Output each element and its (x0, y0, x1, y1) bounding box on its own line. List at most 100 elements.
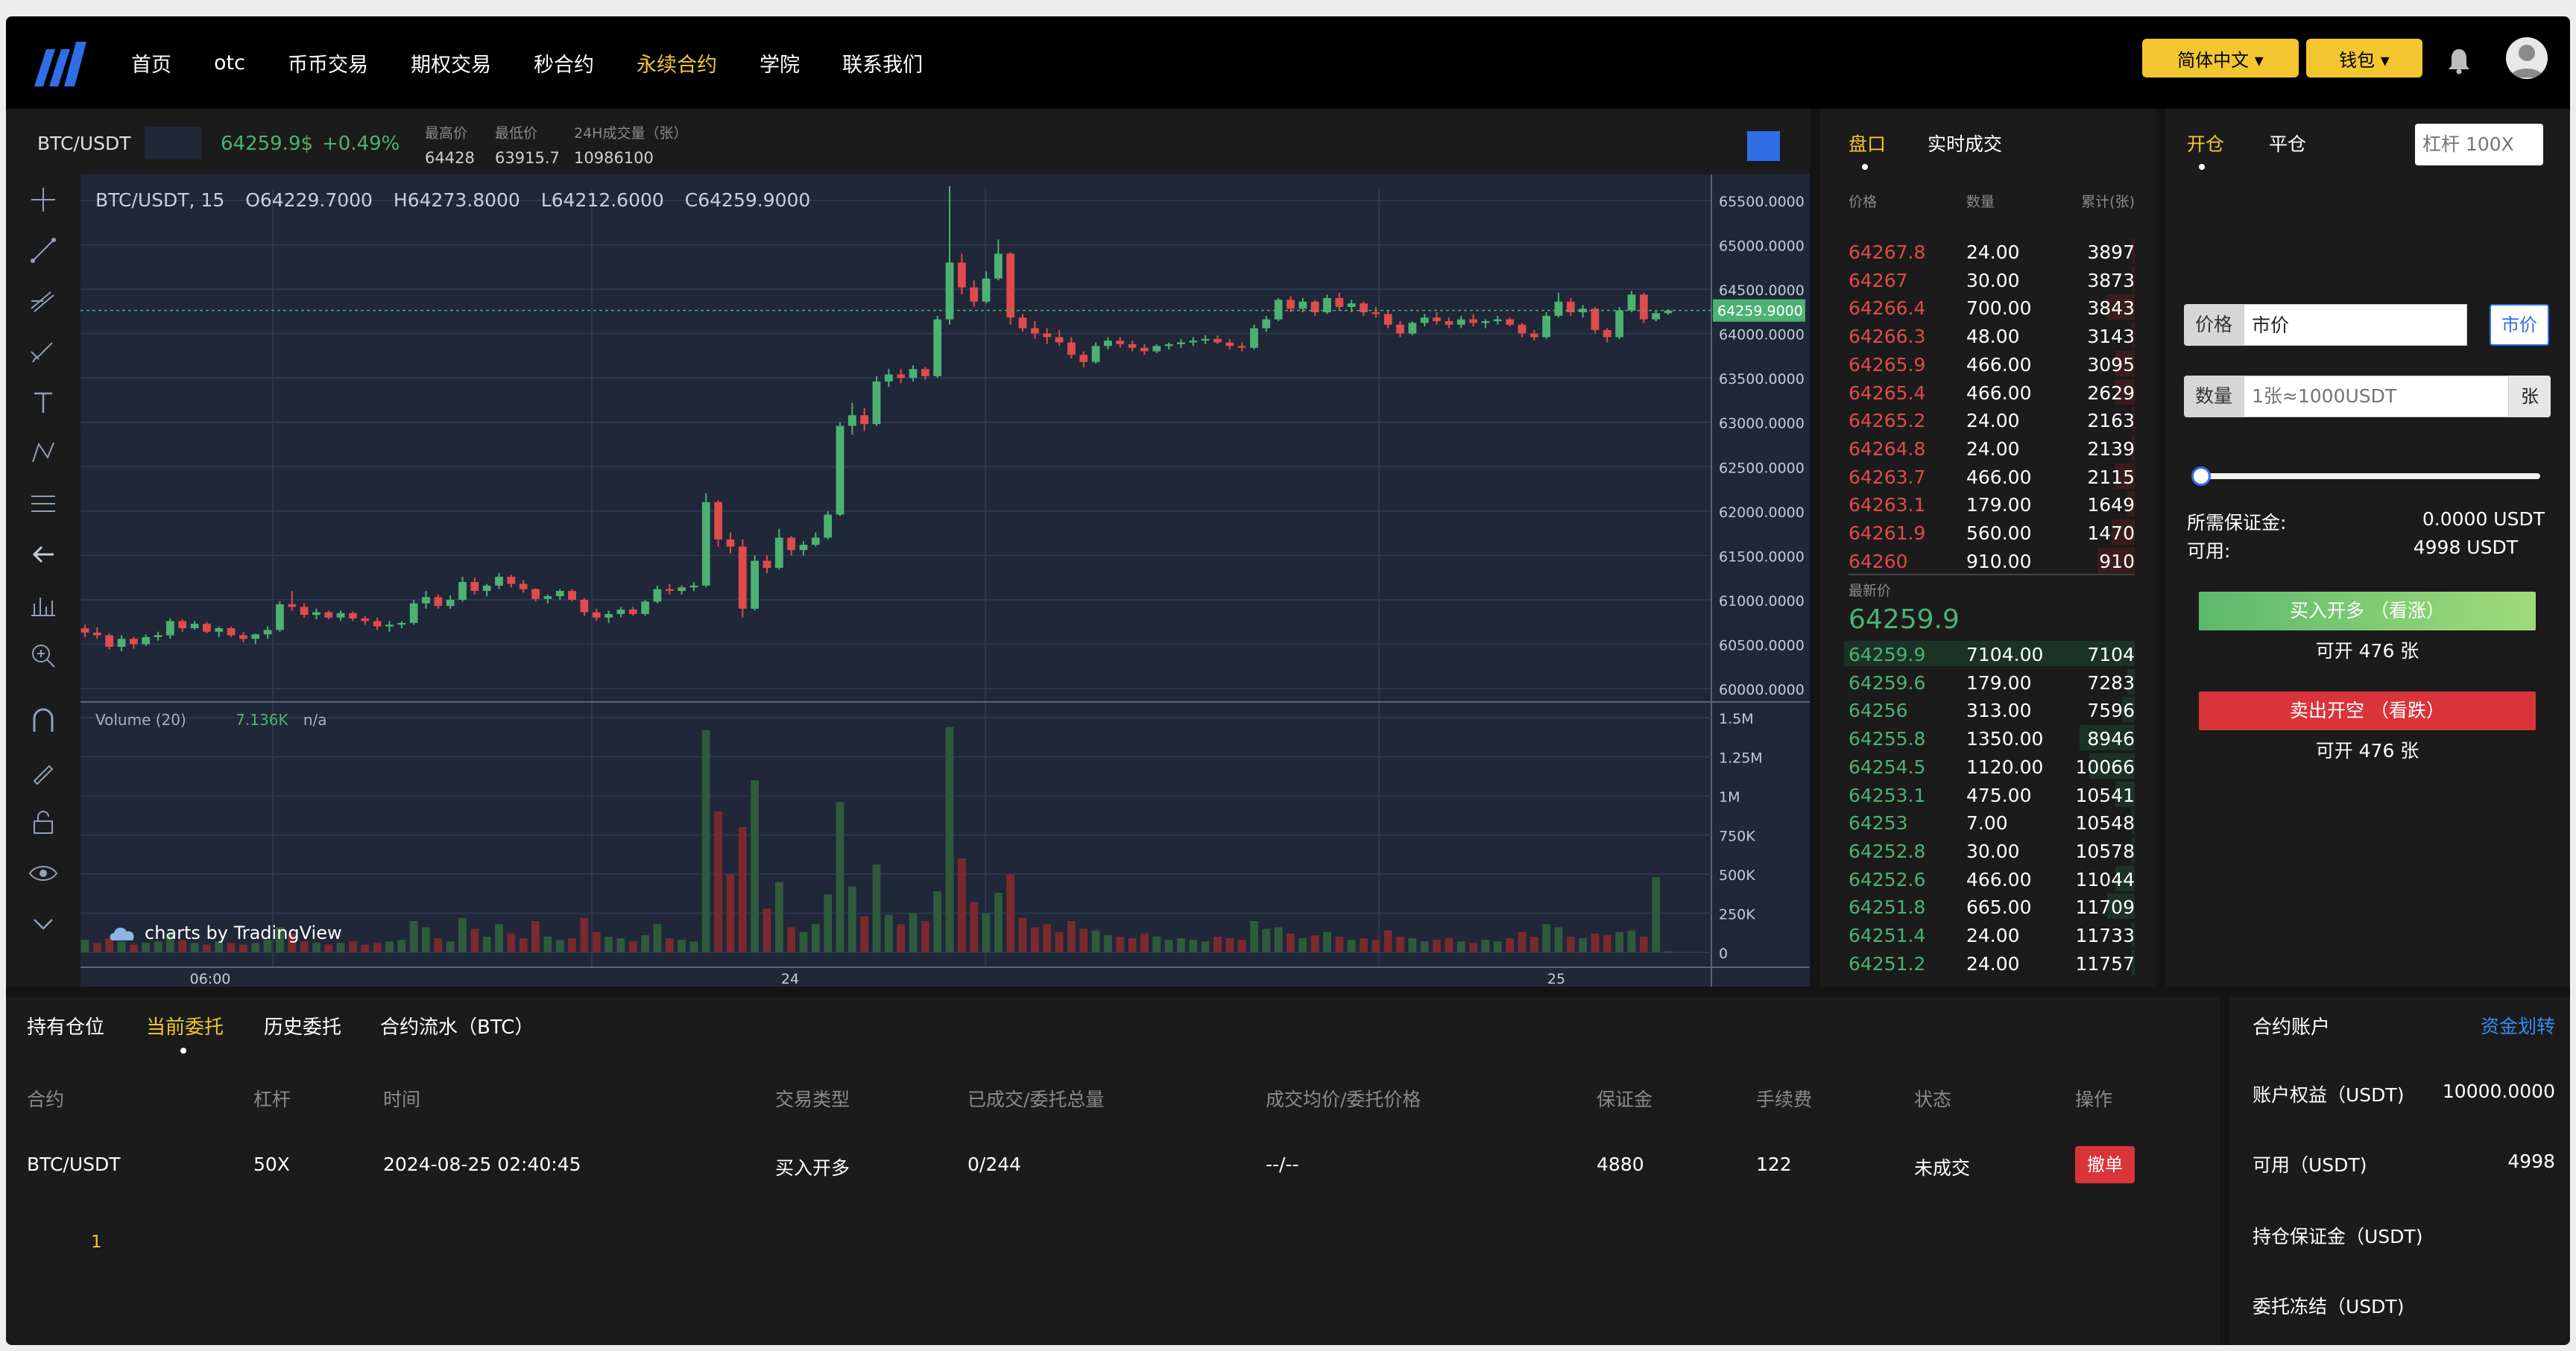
ohlc-low: L64212.6000 (540, 189, 664, 211)
back-arrow-icon[interactable] (28, 540, 58, 569)
nav-item-academy[interactable]: 学院 (760, 48, 800, 77)
book-qty: 466.00 (1966, 353, 2032, 376)
sell-short-button[interactable]: 卖出开空 （看跌） (2199, 692, 2536, 730)
tab-current-orders[interactable]: 当前委托 (146, 1012, 224, 1040)
ask-row[interactable]: 64263.7 466.00 2115 (1820, 462, 2156, 490)
tab-contract-ledger[interactable]: 合约流水（BTC） (380, 1012, 534, 1040)
nav-item-otc[interactable]: otc (214, 51, 245, 75)
ask-row[interactable]: 64261.9 560.00 1470 (1820, 518, 2156, 546)
account-panel: 合约账户 资金划转 账户权益（USDT) 10000.0000 可用（USDT)… (2230, 997, 2570, 1345)
unlock-icon[interactable] (28, 808, 58, 838)
tab-live-trades[interactable]: 实时成交 (1928, 130, 2002, 156)
volume-bar (531, 921, 540, 952)
bell-icon[interactable] (2448, 48, 2470, 75)
prediction-icon[interactable] (28, 489, 58, 519)
nav-item-perpetual[interactable]: 永续合约 (637, 48, 717, 77)
ask-row[interactable]: 64265.4 466.00 2629 (1820, 378, 2156, 406)
bid-row[interactable]: 64253.1 475.00 10541 (1820, 780, 2156, 809)
ask-row[interactable]: 64267 30.00 3873 (1820, 265, 2156, 294)
quantity-unit[interactable]: 张 (2509, 376, 2551, 417)
chart-symbol: BTC/USDT, 15 (95, 189, 225, 211)
quantity-input[interactable] (2244, 376, 2509, 417)
slider-handle[interactable] (2191, 466, 2211, 486)
ask-row[interactable]: 64266.4 700.00 3843 (1820, 293, 2156, 321)
bid-row[interactable]: 64255.8 1350.00 8946 (1820, 724, 2156, 752)
pair-selector[interactable] (145, 127, 201, 159)
tab-positions[interactable]: 持有仓位 (27, 1012, 104, 1040)
bid-row[interactable]: 64253 7.00 10548 (1820, 808, 2156, 836)
eye-icon[interactable] (28, 858, 58, 888)
volume-bar (470, 928, 479, 952)
candle-body (1506, 319, 1514, 325)
crosshair-icon[interactable] (28, 185, 58, 215)
bid-row[interactable]: 64251.2 24.00 11757 (1820, 949, 2156, 977)
volume-bar (239, 944, 247, 952)
magnet-icon[interactable] (28, 706, 58, 736)
chevron-down-icon[interactable] (28, 909, 58, 939)
bid-row[interactable]: 64252.6 466.00 11044 (1820, 864, 2156, 893)
nav-item-options[interactable]: 期权交易 (411, 48, 491, 77)
cancel-order-button[interactable]: 撤单 (2075, 1146, 2135, 1183)
nav-item-contact[interactable]: 联系我们 (842, 48, 923, 77)
quantity-slider[interactable] (2199, 473, 2540, 479)
trend-line-icon[interactable] (28, 235, 58, 265)
price-field[interactable]: 市价 (2244, 304, 2467, 346)
pattern-icon[interactable] (28, 438, 58, 468)
candle-body (288, 604, 297, 607)
active-tab-dot (2199, 164, 2205, 170)
drawing-toolbar (6, 174, 80, 987)
volume-bar (129, 944, 138, 952)
tab-close-position[interactable]: 平仓 (2269, 130, 2306, 156)
volume-bar (884, 914, 893, 952)
pagination-page[interactable]: 1 (91, 1233, 102, 1252)
volume-bar (909, 913, 918, 952)
bid-row[interactable]: 64259.6 179.00 7283 (1820, 668, 2156, 696)
nav-item-spot[interactable]: 币币交易 (288, 48, 368, 77)
leverage-input[interactable] (2415, 124, 2543, 165)
ask-row[interactable]: 64265.2 24.00 2163 (1820, 405, 2156, 434)
candlestick-chart-svg[interactable]: 65500.0000 65000.0000 64500.0000 64000.0000… (80, 174, 1810, 987)
tab-order-history[interactable]: 历史委托 (264, 1012, 341, 1040)
tab-order-book[interactable]: 盘口 (1849, 130, 1886, 156)
buy-long-button[interactable]: 买入开多 （看涨） (2199, 592, 2536, 630)
candle-body (1274, 300, 1283, 320)
volume-current: 7.136K (236, 711, 288, 729)
brand-logo-icon[interactable] (30, 39, 88, 86)
bid-row[interactable]: 64252.8 30.00 10578 (1820, 836, 2156, 864)
candle-body (592, 612, 601, 618)
ask-row[interactable]: 64265.9 466.00 3095 (1820, 349, 2156, 378)
price-chart[interactable]: 65500.0000 65000.0000 64500.0000 64000.0000… (80, 174, 1810, 987)
zoom-in-icon[interactable] (28, 641, 58, 671)
volume-label-24h: 24H成交量（张） (574, 125, 688, 142)
tab-open-position[interactable]: 开仓 (2187, 130, 2224, 156)
ask-row[interactable]: 64264.8 24.00 2139 (1820, 434, 2156, 462)
fib-tool-icon[interactable] (28, 286, 58, 316)
pair-label[interactable]: BTC/USDT (37, 133, 131, 154)
volume-bar (409, 921, 418, 952)
bid-row[interactable]: 64251.4 24.00 11733 (1820, 920, 2156, 949)
brush-icon[interactable] (28, 337, 58, 367)
volume-bar (580, 917, 589, 952)
tradingview-brand[interactable]: charts by TradingView (107, 923, 342, 943)
bid-row[interactable]: 64251.8 665.00 11709 (1820, 892, 2156, 920)
wallet-dropdown[interactable]: 钱包 ▾ (2306, 39, 2422, 77)
market-price-button[interactable]: 市价 (2490, 304, 2549, 346)
bid-row[interactable]: 64259.9 7104.00 7104 (1820, 639, 2156, 668)
nav-item-second-contract[interactable]: 秒合约 (534, 48, 594, 77)
lock-drawing-icon[interactable] (28, 757, 58, 787)
text-tool-icon[interactable] (28, 387, 58, 417)
ruler-icon[interactable] (28, 590, 58, 620)
language-dropdown[interactable]: 简体中文 ▾ (2142, 39, 2299, 77)
ask-row[interactable]: 64263.1 179.00 1649 (1820, 490, 2156, 518)
ask-row[interactable]: 64266.3 48.00 3143 (1820, 321, 2156, 349)
volume-bar (994, 893, 1003, 952)
ask-row[interactable]: 64260 910.00 910 (1820, 546, 2156, 575)
volume-bar (458, 917, 467, 952)
nav-item-home[interactable]: 首页 (131, 48, 171, 77)
ask-row[interactable]: 64267.8 24.00 3897 (1820, 237, 2156, 265)
transfer-link[interactable]: 资金划转 (2481, 1012, 2555, 1039)
bid-row[interactable]: 64254.5 1120.00 10066 (1820, 752, 2156, 780)
user-avatar[interactable] (2506, 37, 2548, 79)
bid-row[interactable]: 64256 313.00 7596 (1820, 695, 2156, 724)
chart-type-icon[interactable] (1747, 131, 1780, 161)
